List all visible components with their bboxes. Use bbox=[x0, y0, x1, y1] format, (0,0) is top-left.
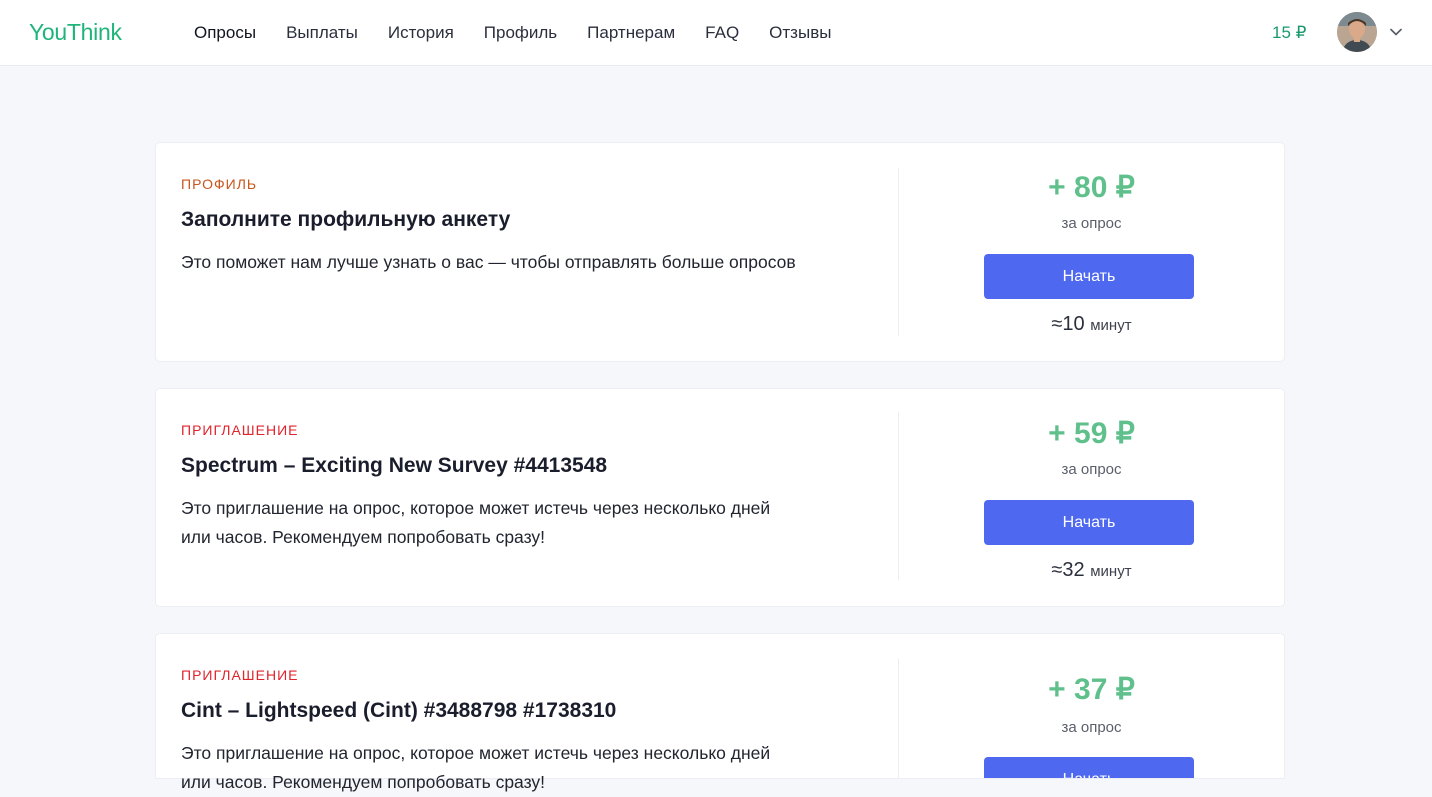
start-button[interactable]: Начать bbox=[984, 757, 1194, 778]
duration-value: ≈10 bbox=[1051, 313, 1085, 335]
survey-card: ПРИГЛАШЕНИЕ Cint – Lightspeed (Cint) #34… bbox=[156, 634, 1284, 792]
nav-item-history[interactable]: История bbox=[388, 22, 454, 44]
nav-item-faq[interactable]: FAQ bbox=[705, 22, 739, 44]
nav-item-reviews[interactable]: Отзывы bbox=[769, 22, 831, 44]
survey-title: Cint – Lightspeed (Cint) #3488798 #17383… bbox=[181, 699, 617, 722]
survey-card: ПРОФИЛЬ Заполните профильную анкету Это … bbox=[156, 143, 1284, 361]
reward-caption: за опрос bbox=[1061, 215, 1122, 232]
survey-title: Spectrum – Exciting New Survey #4413548 bbox=[181, 454, 608, 477]
main-nav: Опросы Выплаты История Профиль Партнерам… bbox=[194, 22, 861, 44]
user-avatar[interactable] bbox=[1337, 12, 1377, 52]
nav-item-payouts[interactable]: Выплаты bbox=[286, 22, 358, 44]
reward-caption: за опрос bbox=[1061, 461, 1122, 478]
duration-unit: минут bbox=[1090, 563, 1132, 580]
duration-unit: минут bbox=[1090, 317, 1132, 334]
chevron-down-icon[interactable] bbox=[1388, 24, 1404, 40]
top-header: YouThink Опросы Выплаты История Профиль … bbox=[0, 0, 1432, 66]
survey-info: ПРОФИЛЬ Заполните профильную анкету Это … bbox=[181, 175, 801, 277]
survey-card: ПРИГЛАШЕНИЕ Spectrum – Exciting New Surv… bbox=[156, 389, 1284, 606]
reward-amount: + 37 ₽ bbox=[1048, 673, 1135, 706]
survey-duration: ≈32 минут bbox=[899, 558, 1284, 584]
survey-tag: ПРИГЛАШЕНИЕ bbox=[181, 422, 299, 438]
survey-reward-panel: + 37 ₽ за опрос Начать bbox=[899, 634, 1284, 778]
survey-duration: ≈10 минут bbox=[899, 312, 1284, 338]
survey-description: Это приглашение на опрос, которое может … bbox=[181, 498, 771, 547]
survey-description: Это приглашение на опрос, которое может … bbox=[181, 743, 771, 792]
survey-tag: ПРИГЛАШЕНИЕ bbox=[181, 667, 299, 683]
duration-value: ≈32 bbox=[1051, 559, 1085, 581]
balance[interactable]: 15 ₽ bbox=[1272, 22, 1306, 44]
survey-description: Это поможет нам лучше узнать о вас — что… bbox=[181, 252, 796, 272]
nav-item-partners[interactable]: Партнерам bbox=[587, 22, 675, 44]
survey-tag: ПРОФИЛЬ bbox=[181, 176, 258, 192]
start-button[interactable]: Начать bbox=[984, 254, 1194, 299]
survey-info: ПРИГЛАШЕНИЕ Spectrum – Exciting New Surv… bbox=[181, 421, 801, 552]
nav-item-surveys[interactable]: Опросы bbox=[194, 22, 256, 44]
avatar-image bbox=[1337, 12, 1377, 52]
survey-info: ПРИГЛАШЕНИЕ Cint – Lightspeed (Cint) #34… bbox=[181, 666, 801, 797]
reward-caption: за опрос bbox=[1061, 719, 1122, 736]
logo[interactable]: YouThink bbox=[29, 19, 122, 46]
reward-amount: + 59 ₽ bbox=[1048, 417, 1135, 450]
nav-item-profile[interactable]: Профиль bbox=[484, 22, 557, 44]
reward-amount: + 80 ₽ bbox=[1048, 171, 1135, 204]
start-button[interactable]: Начать bbox=[984, 500, 1194, 545]
survey-title: Заполните профильную анкету bbox=[181, 208, 511, 231]
